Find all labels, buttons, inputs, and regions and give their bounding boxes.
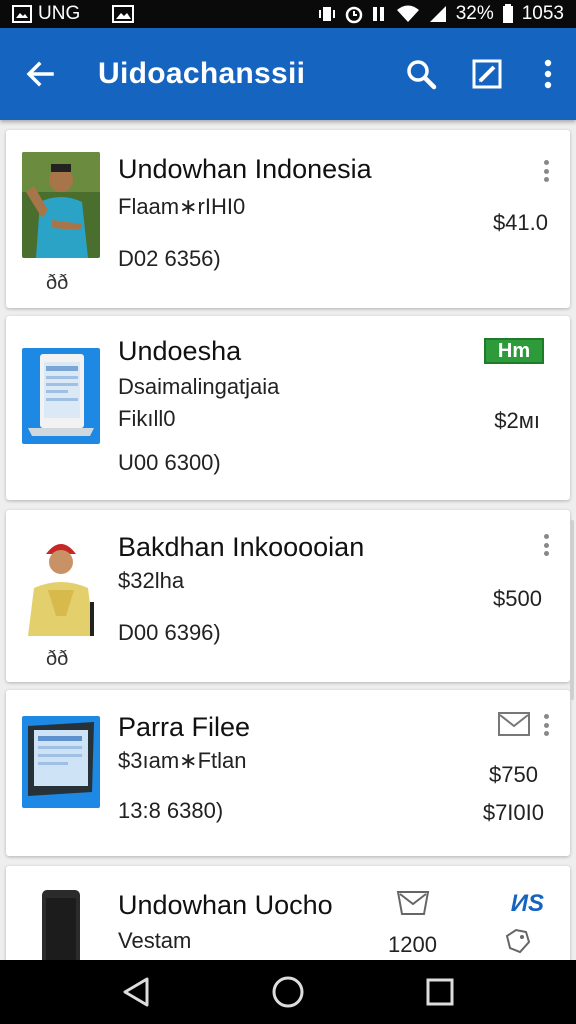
- edit-icon: [472, 59, 502, 89]
- signal-bars-icon: [372, 7, 384, 21]
- item-price: $41.0: [492, 210, 548, 235]
- list-item[interactable]: ðð Bakdhan Inkooooian $32lha D00 6396) $…: [6, 510, 570, 682]
- item-price-secondary: $7I0I0: [482, 800, 544, 825]
- list-item[interactable]: Undoesha Dsaimalingatjaia Fikıll0 U00 63…: [6, 316, 570, 500]
- item-more-button[interactable]: [540, 530, 552, 560]
- thumbnail-caption: ðð: [46, 272, 69, 294]
- screenshot-icon: [12, 5, 32, 23]
- item-subtitle: $3ıam∗Ftlan: [118, 748, 247, 773]
- thumbnail-caption: ðð: [46, 648, 69, 670]
- cell-signal-icon: [429, 6, 446, 22]
- search-button[interactable]: [388, 28, 454, 120]
- overflow-menu-button[interactable]: [520, 28, 576, 120]
- brand-badge: ИS: [511, 890, 544, 918]
- item-value: 1200: [388, 932, 437, 957]
- list-item[interactable]: Parra Filee $3ıam∗Ftlan 13:8 6380) $750 …: [6, 690, 570, 856]
- item-title: Undowhan Indonesia: [118, 154, 372, 184]
- clock: 1053: [521, 3, 564, 24]
- tag-icon[interactable]: [504, 928, 532, 954]
- item-subtitle: Dsaimalingatjaia: [118, 374, 280, 399]
- item-title: Undowhan Uocho: [118, 890, 333, 920]
- item-list: ðð Undowhan Indonesia Flaam∗rIHI0 D02 63…: [0, 120, 576, 960]
- battery-icon: [502, 4, 513, 23]
- phone-thumbnail: [42, 890, 80, 960]
- alarm-icon: [345, 6, 362, 24]
- app-bar: Uidoachanssii: [0, 28, 576, 120]
- item-subtitle: $32lha: [118, 568, 185, 593]
- person-thumbnail: [22, 152, 100, 258]
- page-title: Uidoachanssii: [98, 57, 306, 90]
- system-nav-bar: [0, 960, 576, 1024]
- person-thumbnail: [22, 530, 100, 636]
- item-title: Undoesha: [118, 336, 242, 366]
- brand-badge-label: ИS: [510, 890, 544, 917]
- item-code: 13:8 6380): [118, 798, 224, 823]
- item-code: D00 6396): [118, 620, 221, 645]
- edit-button[interactable]: [454, 28, 520, 120]
- mail-icon[interactable]: [498, 712, 530, 736]
- nav-home-button[interactable]: [253, 960, 323, 1024]
- nav-back-button[interactable]: [101, 960, 171, 1024]
- brand-badge-label: Hm: [497, 339, 531, 362]
- arrow-left-icon: [26, 61, 54, 87]
- back-button[interactable]: [0, 28, 80, 120]
- vibrate-icon: [318, 7, 335, 21]
- nav-recents-button[interactable]: [405, 960, 475, 1024]
- item-more-button[interactable]: [540, 156, 552, 186]
- triangle-back-icon: [123, 977, 149, 1007]
- battery-percent: 32%: [455, 3, 494, 24]
- circle-home-icon: [272, 976, 304, 1008]
- wifi-icon: [396, 5, 419, 22]
- tablet-thumbnail: [22, 348, 100, 444]
- item-price: $2мı: [494, 408, 540, 433]
- brand-badge: Hm: [484, 338, 544, 364]
- scrollbar[interactable]: [570, 520, 574, 700]
- inbox-icon[interactable]: [396, 890, 430, 916]
- list-item[interactable]: ðð Undowhan Indonesia Flaam∗rIHI0 D02 63…: [6, 130, 570, 308]
- more-vert-icon: [544, 59, 552, 89]
- item-price: $500: [493, 586, 542, 611]
- gallery-icon: [112, 5, 135, 23]
- item-more-button[interactable]: [540, 710, 552, 740]
- item-subtitle: Flaam∗rIHI0: [118, 194, 246, 219]
- carrier-label: UNG: [38, 3, 81, 24]
- square-recents-icon: [426, 978, 454, 1006]
- list-item[interactable]: Undowhan Uocho Vestam 1200 ИS: [6, 866, 570, 960]
- item-title: Parra Filee: [118, 712, 251, 742]
- item-subtitle: Vestam: [118, 928, 192, 953]
- item-code: U00 6300): [118, 450, 221, 475]
- item-detail: Fikıll0: [118, 406, 176, 431]
- item-title: Bakdhan Inkooooian: [118, 532, 365, 562]
- tablet-thumbnail: [22, 716, 100, 808]
- item-code: D02 6356): [118, 246, 221, 271]
- item-price: $750: [489, 762, 538, 787]
- search-icon: [407, 60, 437, 90]
- status-bar: UNG 32% 1053: [0, 0, 576, 28]
